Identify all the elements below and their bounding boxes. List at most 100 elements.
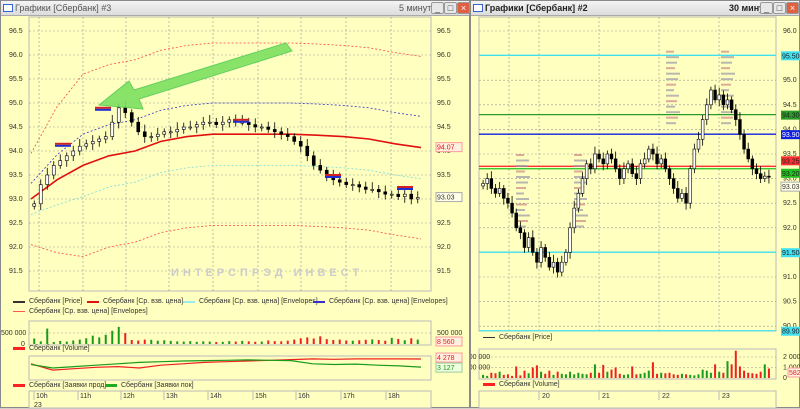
volume-bar <box>384 340 387 344</box>
price-candle <box>526 237 531 248</box>
volume-bar <box>635 374 638 378</box>
volume-bar <box>91 335 94 344</box>
order-mark <box>325 174 341 176</box>
volume-bar <box>697 374 700 378</box>
volume-bar <box>759 371 762 378</box>
price-candle <box>763 175 767 179</box>
volume-bar <box>247 341 250 344</box>
axis-label: 96.5 <box>437 28 451 35</box>
axis-label: 94.5 <box>437 124 451 131</box>
volume-bar <box>33 338 36 344</box>
volume-bar <box>137 340 140 344</box>
axis-label: 15h <box>255 393 267 400</box>
volume-bar <box>358 340 361 344</box>
price-candle <box>370 189 375 191</box>
axis-label: 95.0 <box>783 77 797 84</box>
volume-bar <box>714 364 717 378</box>
price-candle <box>207 121 212 124</box>
order-book-entry <box>721 122 731 125</box>
order-book-entry <box>666 105 675 108</box>
price-candle <box>253 124 258 128</box>
order-book-entry <box>574 214 588 217</box>
legend-envelope-blue: Сбербанк [Ср. взв. цена] [Envelopes] <box>313 298 448 305</box>
volume-bar <box>519 375 522 378</box>
volume-bar <box>569 371 572 378</box>
volume-bar <box>589 372 592 378</box>
price-candle <box>738 119 742 135</box>
chart-window-5min: Графики [Сбербанк] #3 5 минут _ □ × 96.5… <box>0 0 470 409</box>
price-candle <box>149 136 154 138</box>
order-book-entry <box>721 105 730 108</box>
axis-label: 92.0 <box>437 244 451 251</box>
price-candle <box>555 261 560 273</box>
volume-bar <box>705 370 708 378</box>
volume-bar <box>577 372 580 378</box>
volume-bar <box>743 370 746 378</box>
axis-label: 582 51 <box>789 370 800 377</box>
volume-bar <box>104 334 107 344</box>
order-mark <box>325 176 341 178</box>
axis-label: 22 <box>662 393 670 400</box>
price-candle <box>547 257 552 268</box>
legend-label: Сбербанк [Ср. взв. цена] <box>103 298 184 305</box>
volume-bar <box>371 339 374 344</box>
time-axis <box>478 390 777 409</box>
price-candle <box>485 178 489 184</box>
volume-bar <box>506 374 509 378</box>
axis-label: 16h <box>298 393 310 400</box>
order-book-entry <box>666 56 679 59</box>
volume-bar <box>540 371 543 378</box>
order-mark <box>95 108 111 111</box>
chart-area-30min[interactable]: 96.095.595.094.594.093.593.092.592.091.5… <box>471 1 800 409</box>
volume-bar <box>273 341 276 344</box>
volume-bar <box>511 375 514 378</box>
axis-label: 92.5 <box>437 220 451 227</box>
axis-label: 95.0 <box>9 100 23 107</box>
volume-bar <box>738 366 741 378</box>
price-candle <box>201 121 206 125</box>
order-book-entry <box>666 94 679 97</box>
volume-bar <box>747 372 750 378</box>
volume-bar <box>593 364 596 378</box>
volume-bar <box>573 374 576 378</box>
price-candle <box>709 89 713 106</box>
volume-bar <box>689 374 692 378</box>
axis-label: 96.5 <box>9 28 23 35</box>
volume-bar <box>627 374 630 378</box>
volume-bar <box>656 373 659 378</box>
volume-bar <box>78 339 81 344</box>
volume-bar <box>241 340 244 344</box>
order-book-entry <box>666 89 674 92</box>
volume-bar <box>39 341 42 344</box>
volume-bar <box>228 341 231 344</box>
price-candle <box>363 186 368 190</box>
volume-bar <box>502 374 505 378</box>
price-candle <box>522 232 527 248</box>
price-candle <box>510 202 514 214</box>
price-candle <box>376 189 381 193</box>
price-candle <box>580 178 585 194</box>
axis-label: 93.5 <box>437 172 451 179</box>
volume-bar <box>647 370 650 378</box>
axis-label: 12h <box>123 393 135 400</box>
legend-label: Сбербанк [Заявки прод] <box>29 382 107 389</box>
order-mark <box>95 106 111 109</box>
price-candle <box>713 89 717 101</box>
price-candle <box>489 178 494 189</box>
legend-volume: Сбербанк [Volume] <box>13 345 90 352</box>
axis-label: 500 000 <box>1 330 26 337</box>
price-candle <box>638 163 643 179</box>
axis-label: 93.20 <box>782 171 800 178</box>
price-candle <box>535 252 539 263</box>
volume-bar <box>117 326 120 344</box>
price-candle <box>597 153 601 160</box>
volume-bar <box>535 365 538 378</box>
legend-label: Сбербанк [Ср. взв. цена] [Envelopes] <box>29 308 148 315</box>
volume-bar <box>763 364 766 378</box>
axis-label: 93.903 <box>782 132 800 139</box>
order-book-entry <box>516 154 524 156</box>
axis-label: 93.03 <box>437 195 455 202</box>
volume-bar <box>610 369 613 378</box>
volume-bar <box>709 372 712 378</box>
volume-bar <box>767 368 770 378</box>
